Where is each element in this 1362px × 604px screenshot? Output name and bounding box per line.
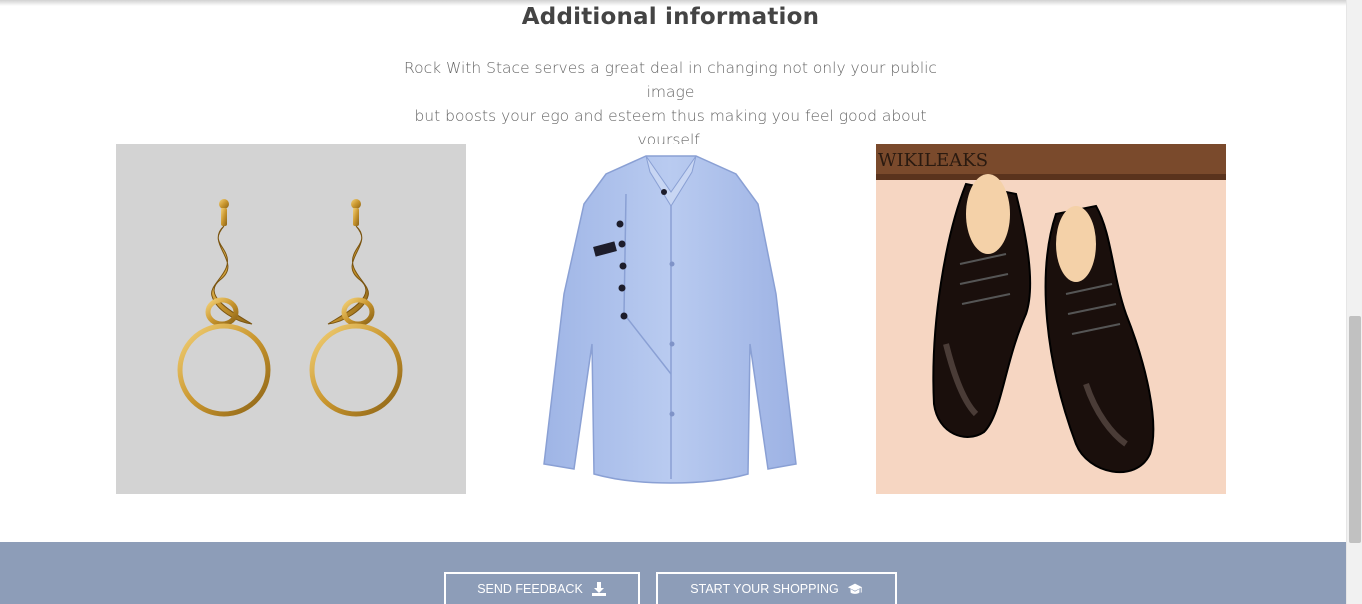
download-icon — [591, 581, 607, 597]
vertical-scrollbar[interactable] — [1346, 0, 1362, 604]
send-feedback-label: SEND FEEDBACK — [477, 582, 583, 596]
product-image-shoes[interactable]: WIKILEAKS — [876, 144, 1226, 494]
send-feedback-button[interactable]: SEND FEEDBACK — [444, 572, 640, 604]
watermark-text: WIKILEAKS — [878, 150, 988, 171]
earrings-illustration — [177, 199, 403, 417]
description-line: Rock With Stace serves a great deal in c… — [404, 59, 937, 101]
product-image-earrings[interactable] — [116, 144, 466, 494]
page: Additional information Rock With Stace s… — [0, 0, 1346, 604]
start-shopping-button[interactable]: START YOUR SHOPPING — [656, 572, 897, 604]
shoes-illustration: WIKILEAKS — [876, 144, 1226, 473]
product-image-shirt[interactable] — [496, 144, 846, 494]
left-earring — [177, 199, 271, 417]
start-shopping-label: START YOUR SHOPPING — [690, 582, 839, 596]
left-shoe — [932, 174, 1032, 438]
graduation-cap-icon — [847, 581, 863, 597]
section-title: Additional information — [521, 4, 820, 30]
scrollbar-thumb[interactable] — [1349, 316, 1361, 543]
shirt-illustration — [543, 155, 797, 484]
right-earring — [309, 199, 403, 417]
right-shoe — [1044, 204, 1155, 473]
